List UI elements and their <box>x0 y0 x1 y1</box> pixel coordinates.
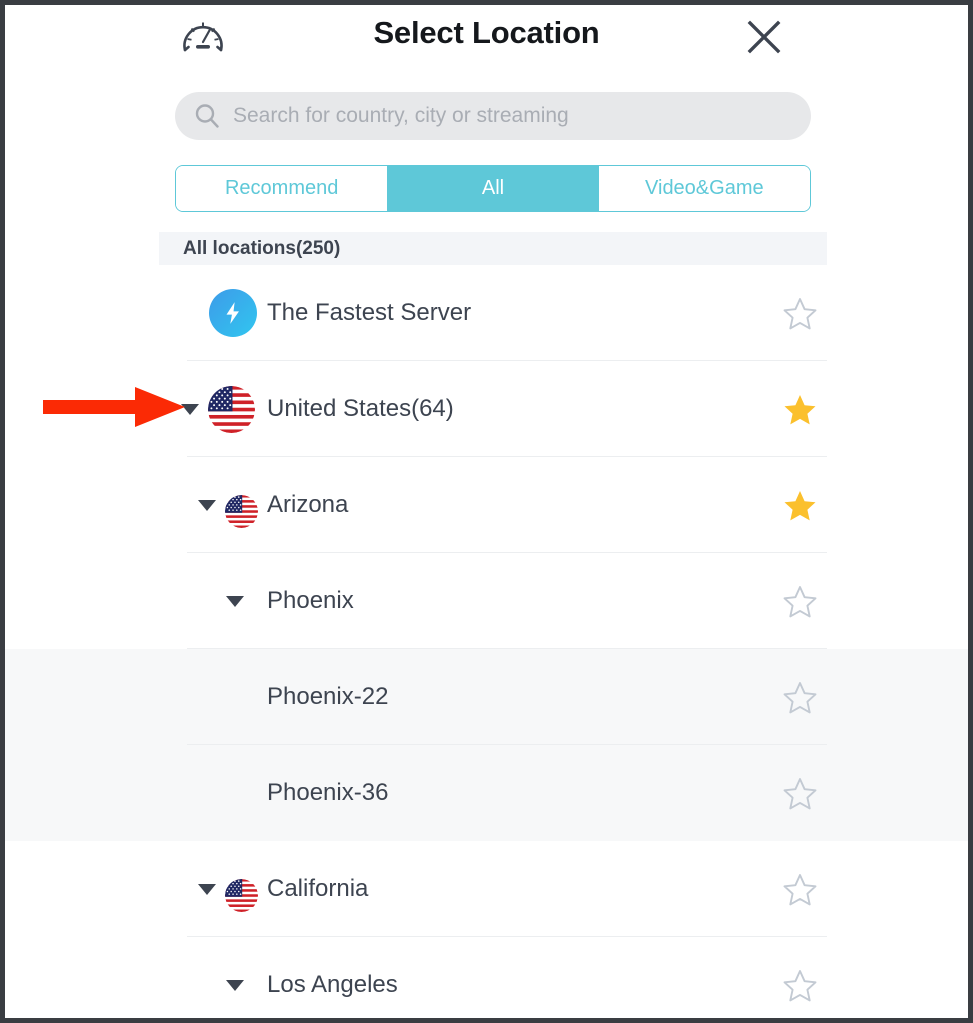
favorite-star-icon-filled[interactable] <box>782 488 818 524</box>
chevron-down-icon[interactable] <box>181 404 199 415</box>
list-item-phoenix-22[interactable]: Phoenix-22 <box>5 649 968 745</box>
list-item-label: The Fastest Server <box>267 299 472 326</box>
chevron-down-icon[interactable] <box>198 884 216 895</box>
filter-tabs: Recommend All Video&Game <box>175 165 811 212</box>
tab-video-game[interactable]: Video&Game <box>598 166 810 211</box>
list-item-california[interactable]: California <box>5 841 968 937</box>
page-title: Select Location <box>373 15 600 50</box>
us-flag-icon <box>225 879 258 912</box>
close-icon[interactable] <box>743 16 785 58</box>
favorite-star-icon-empty[interactable] <box>782 680 818 716</box>
lightning-bolt-icon <box>209 289 257 337</box>
list-item-label: Arizona <box>267 491 349 518</box>
search-input[interactable] <box>233 104 811 128</box>
list-item-united-states[interactable]: United States(64) <box>5 361 968 457</box>
list-item-phoenix[interactable]: Phoenix <box>5 553 968 649</box>
list-item-label: Phoenix-22 <box>267 683 389 710</box>
list-item-label: Phoenix-36 <box>267 779 389 806</box>
us-flag-icon <box>208 386 255 433</box>
favorite-star-icon-empty[interactable] <box>782 872 818 908</box>
chevron-down-icon[interactable] <box>226 596 244 607</box>
list-item-label: United States(64) <box>267 395 454 422</box>
search-box[interactable] <box>175 92 811 140</box>
list-item-label: Phoenix <box>267 587 354 614</box>
tab-recommend[interactable]: Recommend <box>176 166 388 211</box>
favorite-star-icon-empty[interactable] <box>782 776 818 812</box>
location-list[interactable]: The Fastest Server United States(64) Ari… <box>5 265 968 1018</box>
list-item-arizona[interactable]: Arizona <box>5 457 968 553</box>
favorite-star-icon-filled[interactable] <box>782 392 818 428</box>
dialog-header: Select Location <box>5 5 968 68</box>
tab-all[interactable]: All <box>387 166 599 211</box>
search-icon <box>193 102 221 130</box>
search-bar[interactable] <box>175 92 811 140</box>
favorite-star-icon-empty[interactable] <box>782 296 818 332</box>
section-header-all-locations: All locations(250) <box>159 232 827 265</box>
favorite-star-icon-empty[interactable] <box>782 968 818 1004</box>
chevron-down-icon[interactable] <box>226 980 244 991</box>
us-flag-icon <box>225 495 258 528</box>
favorite-star-icon-empty[interactable] <box>782 584 818 620</box>
section-header-label: All locations(250) <box>183 237 341 259</box>
list-item-fastest-server[interactable]: The Fastest Server <box>5 265 968 361</box>
list-item-label: California <box>267 875 369 902</box>
chevron-down-icon[interactable] <box>198 500 216 511</box>
list-item-los-angeles[interactable]: Los Angeles <box>5 937 968 1018</box>
list-item-phoenix-36[interactable]: Phoenix-36 <box>5 745 968 841</box>
list-item-label: Los Angeles <box>267 971 398 998</box>
select-location-dialog: Select Location Recommend All Video&Game <box>0 0 973 1023</box>
